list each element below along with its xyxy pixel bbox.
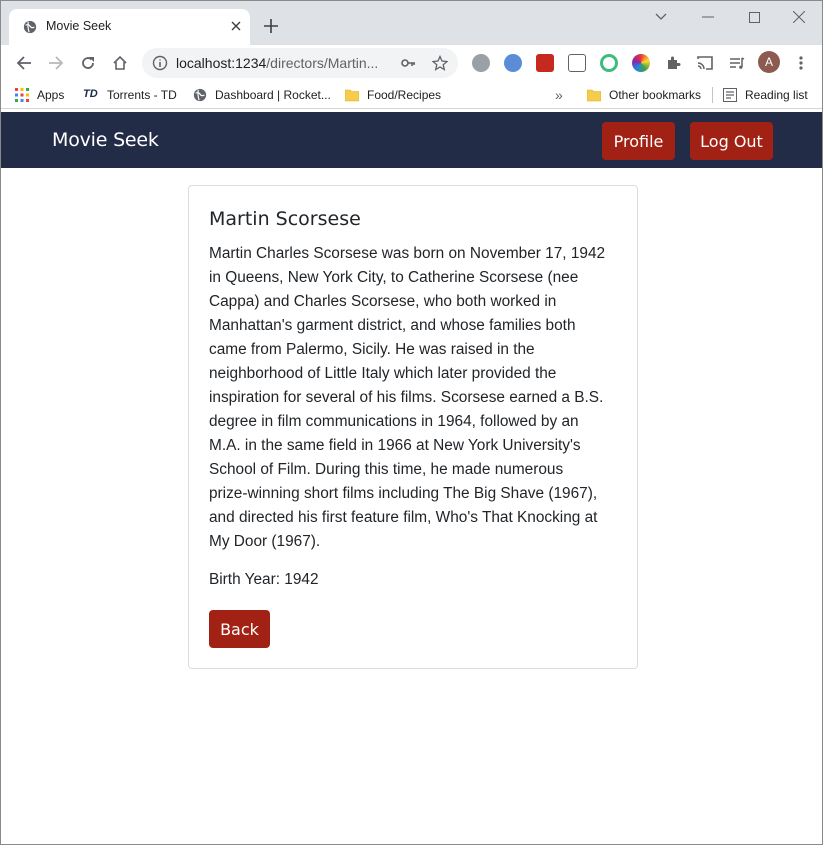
tab-strip: Movie Seek <box>1 1 822 45</box>
tab-title: Movie Seek <box>46 19 112 33</box>
td-logo-icon: TD <box>83 88 98 100</box>
apps-grid-icon <box>15 88 29 102</box>
bio-line: M.A. in the same field in 1966 at New Yo… <box>209 437 581 454</box>
bookmark-other[interactable]: Other bookmarks <box>587 86 701 104</box>
profile-button[interactable]: Profile <box>602 122 675 160</box>
media-queue-icon[interactable] <box>725 51 749 75</box>
bookmark-separator <box>712 87 713 103</box>
url-text: localhost:1234/directors/Martin... <box>176 55 379 71</box>
bio-line: came from Palermo, Sicily. He was raised… <box>209 341 535 358</box>
bio-line: and directed his first feature film, Who… <box>209 509 598 526</box>
director-name: Martin Scorsese <box>209 208 361 230</box>
browser-toolbar: localhost:1234/directors/Martin... A <box>1 45 822 81</box>
folder-icon <box>345 89 359 102</box>
bookmark-torrents[interactable]: TD Torrents - TD <box>83 86 177 104</box>
tab-search-icon[interactable] <box>647 7 675 27</box>
bio-line: neighborhood of Little Italy which later… <box>209 365 557 382</box>
extension-red-icon[interactable] <box>536 54 554 72</box>
maximize-icon[interactable] <box>740 7 768 27</box>
birth-year: Birth Year: 1942 <box>209 571 319 588</box>
bookmark-dashboard[interactable]: Dashboard | Rocket... <box>193 86 331 104</box>
bio-line: in Queens, New York City, to Catherine S… <box>209 269 579 286</box>
key-icon[interactable] <box>400 55 416 71</box>
back-arrow-icon[interactable] <box>12 51 36 75</box>
more-bookmarks-chevron-icon[interactable]: » <box>555 86 563 104</box>
app-brand[interactable]: Movie Seek <box>52 129 159 151</box>
bookmark-apps[interactable]: Apps <box>15 86 64 104</box>
bookmark-reading-list[interactable]: Reading list <box>723 86 808 104</box>
extension-outline-icon[interactable] <box>568 54 586 72</box>
bio-line: inspiration for several of his films. Sc… <box>209 389 604 406</box>
browser-menu-icon[interactable] <box>789 51 813 75</box>
reload-icon[interactable] <box>76 51 100 75</box>
globe-icon <box>193 88 207 102</box>
bio-line: degree in film communications in 1964, f… <box>209 413 579 430</box>
bio-line: Cappa) and Charles Scorsese, who both wo… <box>209 293 557 310</box>
app-navbar: Movie Seek Profile Log Out <box>1 112 822 168</box>
close-tab-icon[interactable] <box>227 17 245 35</box>
director-card: Martin Scorsese Martin Charles Scorsese … <box>188 185 638 669</box>
minimize-icon[interactable] <box>694 7 722 27</box>
info-icon[interactable] <box>152 55 168 71</box>
browser-tab[interactable]: Movie Seek <box>9 9 250 45</box>
bio-line: Martin Charles Scorsese was born on Nove… <box>209 245 606 262</box>
extension-blue-icon[interactable] <box>504 54 522 72</box>
home-icon[interactable] <box>108 51 132 75</box>
profile-avatar[interactable]: A <box>758 51 780 73</box>
folder-icon <box>587 89 601 102</box>
back-button[interactable]: Back <box>209 610 270 648</box>
forward-arrow-icon[interactable] <box>44 51 68 75</box>
logout-button[interactable]: Log Out <box>690 122 773 160</box>
extension-green-ring-icon[interactable] <box>600 54 618 72</box>
window-close-icon[interactable] <box>785 7 813 27</box>
bio-line: School of Film. During this time, he mad… <box>209 461 564 478</box>
bio-line: Manhattan's garment district, and whose … <box>209 317 576 334</box>
reading-list-icon <box>723 88 737 102</box>
globe-icon <box>23 20 37 34</box>
address-bar[interactable]: localhost:1234/directors/Martin... <box>142 48 458 78</box>
bookmarks-bar: Apps TD Torrents - TD Dashboard | Rocket… <box>1 81 822 109</box>
bio-line: prize-winning short films including The … <box>209 485 598 502</box>
cast-icon[interactable] <box>693 51 717 75</box>
extensions-puzzle-icon[interactable] <box>661 51 685 75</box>
bookmark-food-recipes[interactable]: Food/Recipes <box>345 86 441 104</box>
star-icon[interactable] <box>432 55 448 71</box>
bio-line: My Door (1967). <box>209 533 321 550</box>
new-tab-icon[interactable] <box>260 15 282 37</box>
extension-color-wheel-icon[interactable] <box>632 54 650 72</box>
director-bio: Martin Charles Scorsese was born on Nove… <box>209 242 624 554</box>
extension-gear-icon[interactable] <box>472 54 490 72</box>
